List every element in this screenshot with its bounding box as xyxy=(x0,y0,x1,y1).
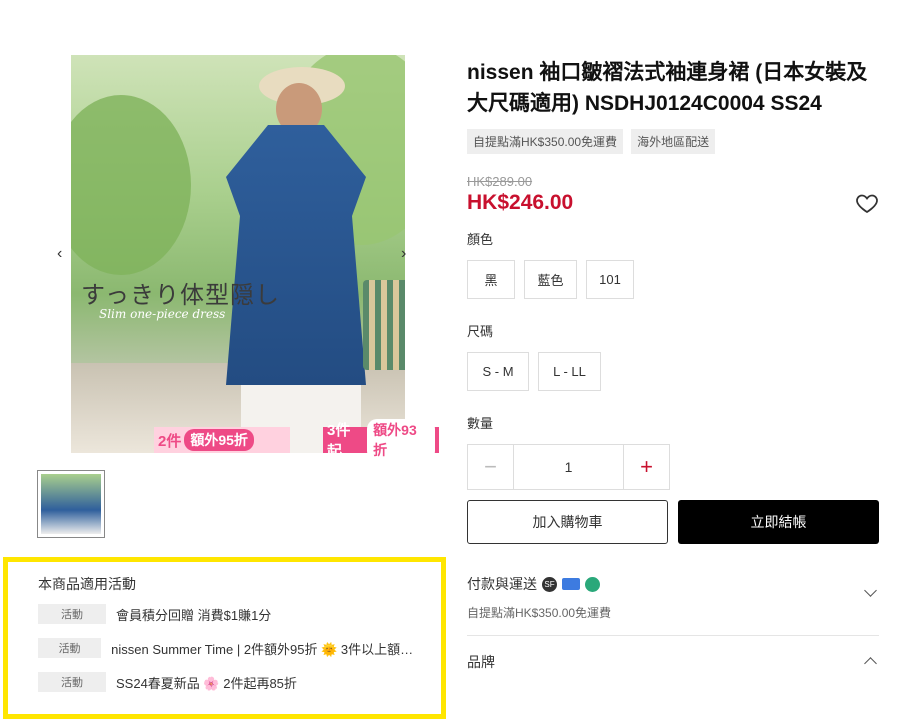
sf-express-icon: SF xyxy=(542,576,557,592)
chevron-left-icon[interactable]: ‹ xyxy=(57,245,62,263)
quantity-input[interactable]: 1 xyxy=(514,445,623,489)
color-option-black[interactable]: 黑 xyxy=(467,260,515,299)
image-promo-badge: 2件 額外95折 xyxy=(154,427,290,453)
promotion-text: nissen Summer Time | 2件額外95折 🌞 3件以上額外93折 xyxy=(111,641,417,657)
payment-shipping-header: 付款與運送 SF xyxy=(467,574,879,594)
model-bag xyxy=(363,280,405,370)
globe-icon xyxy=(585,576,600,592)
sale-price: HK$246.00 xyxy=(467,191,574,214)
size-option-l-ll[interactable]: L - LL xyxy=(538,352,601,391)
chevron-right-icon[interactable]: › xyxy=(401,245,406,263)
promotion-item[interactable]: 活動 SS24春夏新品 🌸 2件起再85折 xyxy=(38,671,417,693)
purchase-actions: 加入購物車 立即結帳 xyxy=(467,500,879,544)
badge-pill: 額外95折 xyxy=(184,429,254,451)
badge-lead: 3件起 xyxy=(327,422,351,460)
product-tags: 自提點滿HK$350.00免運費 海外地區配送 xyxy=(467,129,879,154)
promotion-item[interactable]: 活動 nissen Summer Time | 2件額外95折 🌞 3件以上額外… xyxy=(38,637,417,659)
promotion-tag: 活動 xyxy=(38,638,102,658)
promotion-tag: 活動 xyxy=(38,604,106,624)
product-title: nissen 袖口皺褶法式袖連身裙 (日本女裝及大尺碼適用) NSDHJ0124… xyxy=(467,61,868,115)
original-price: HK$289.00 xyxy=(467,174,533,189)
promotions-title: 本商品適用活動 xyxy=(38,576,136,592)
promotion-text: 會員積分回贈 消費$1賺1分 xyxy=(116,607,272,623)
promotion-item[interactable]: 活動 會員積分回贈 消費$1賺1分 xyxy=(38,603,417,625)
promotion-tag: 活動 xyxy=(38,672,106,692)
quantity-stepper: − 1 + xyxy=(467,444,670,490)
brand-accordion[interactable]: 品牌 xyxy=(467,652,879,672)
size-option-s-m[interactable]: S - M xyxy=(467,352,529,391)
product-info: nissen 袖口皺褶法式袖連身裙 (日本女裝及大尺碼適用) NSDHJ0124… xyxy=(467,57,879,672)
tag-overseas-delivery: 海外地區配送 xyxy=(631,129,716,154)
brand-title: 品牌 xyxy=(467,654,495,670)
promotions-panel: 本商品適用活動 活動 會員積分回贈 消費$1賺1分 活動 nissen Summ… xyxy=(3,557,446,719)
image-caption-jp: すっきり体型隠し xyxy=(81,281,281,309)
tag-free-shipping: 自提點滿HK$350.00免運費 xyxy=(467,129,624,154)
size-options: S - M L - LL xyxy=(467,352,879,391)
size-label: 尺碼 xyxy=(467,324,494,339)
buy-now-button[interactable]: 立即結帳 xyxy=(678,500,879,544)
quantity-increase-button[interactable]: + xyxy=(623,445,669,489)
color-option-101[interactable]: 101 xyxy=(586,260,634,299)
thumbnail-image xyxy=(41,474,101,534)
payment-shipping-accordion[interactable]: 付款與運送 SF 自提點滿HK$350.00免運費 xyxy=(467,574,879,636)
truck-icon xyxy=(562,578,580,590)
add-to-cart-button[interactable]: 加入購物車 xyxy=(467,500,668,544)
color-label: 顏色 xyxy=(467,232,494,247)
price-row: HK$246.00 xyxy=(467,191,879,215)
quantity-label: 數量 xyxy=(467,416,494,431)
quantity-decrease-button[interactable]: − xyxy=(468,445,514,489)
product-gallery: すっきり体型隠し Slim one-piece dress 2件 額外95折 3… xyxy=(40,55,440,461)
payment-shipping-subtitle: 自提點滿HK$350.00免運費 xyxy=(467,606,612,620)
product-main-image[interactable]: すっきり体型隠し Slim one-piece dress xyxy=(71,55,405,453)
heart-icon[interactable] xyxy=(855,191,879,215)
color-options: 黑 藍色 101 xyxy=(467,260,879,299)
payment-shipping-title: 付款與運送 xyxy=(467,576,537,592)
image-caption-en: Slim one-piece dress xyxy=(99,307,226,321)
product-thumbnail[interactable] xyxy=(37,470,105,538)
promotion-text: SS24春夏新品 🌸 2件起再85折 xyxy=(116,675,297,691)
image-promo-badge: 3件起 額外93折 xyxy=(323,419,439,461)
background-tree xyxy=(71,95,191,275)
model-dress xyxy=(226,125,366,385)
badge-lead: 2件 xyxy=(158,432,182,450)
color-option-blue[interactable]: 藍色 xyxy=(524,260,577,299)
badge-pill: 額外93折 xyxy=(367,419,435,461)
